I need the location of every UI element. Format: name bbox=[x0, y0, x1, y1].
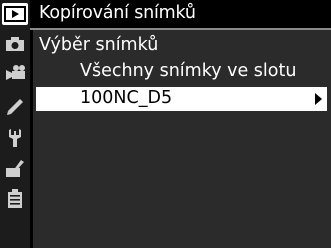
menu-item-label: Všechny snímky ve slotu bbox=[80, 61, 297, 81]
menu-item-all-images-in-slot[interactable]: Všechny snímky ve slotu bbox=[36, 60, 327, 84]
tab-retouch[interactable] bbox=[2, 158, 28, 180]
menu-sidebar bbox=[0, 0, 30, 248]
tab-playback[interactable] bbox=[2, 3, 28, 25]
tab-movie-shooting[interactable] bbox=[2, 62, 28, 84]
pencil-icon bbox=[7, 99, 23, 115]
recent-settings-icon bbox=[8, 189, 22, 208]
menu-title: Kopírování snímků bbox=[39, 3, 196, 23]
menu-item-label: 100NC_D5 bbox=[80, 88, 173, 108]
camera-menu-screen: Kopírování snímků Výběr snímků Všechny s… bbox=[0, 0, 331, 248]
camera-icon bbox=[6, 37, 24, 51]
retouch-icon bbox=[6, 160, 24, 177]
tab-setup[interactable] bbox=[2, 127, 28, 149]
menu-item-folder-100nc-d5[interactable]: 100NC_D5 bbox=[36, 87, 327, 111]
wrench-icon bbox=[9, 129, 21, 147]
chevron-right-icon bbox=[315, 93, 322, 105]
tab-my-menu[interactable] bbox=[2, 188, 28, 210]
playback-icon bbox=[4, 6, 26, 22]
menu-subtitle: Výběr snímků bbox=[39, 35, 159, 55]
movie-camera-icon bbox=[6, 65, 25, 80]
tab-photo-shooting[interactable] bbox=[2, 33, 28, 55]
tab-custom-settings[interactable] bbox=[2, 96, 28, 118]
